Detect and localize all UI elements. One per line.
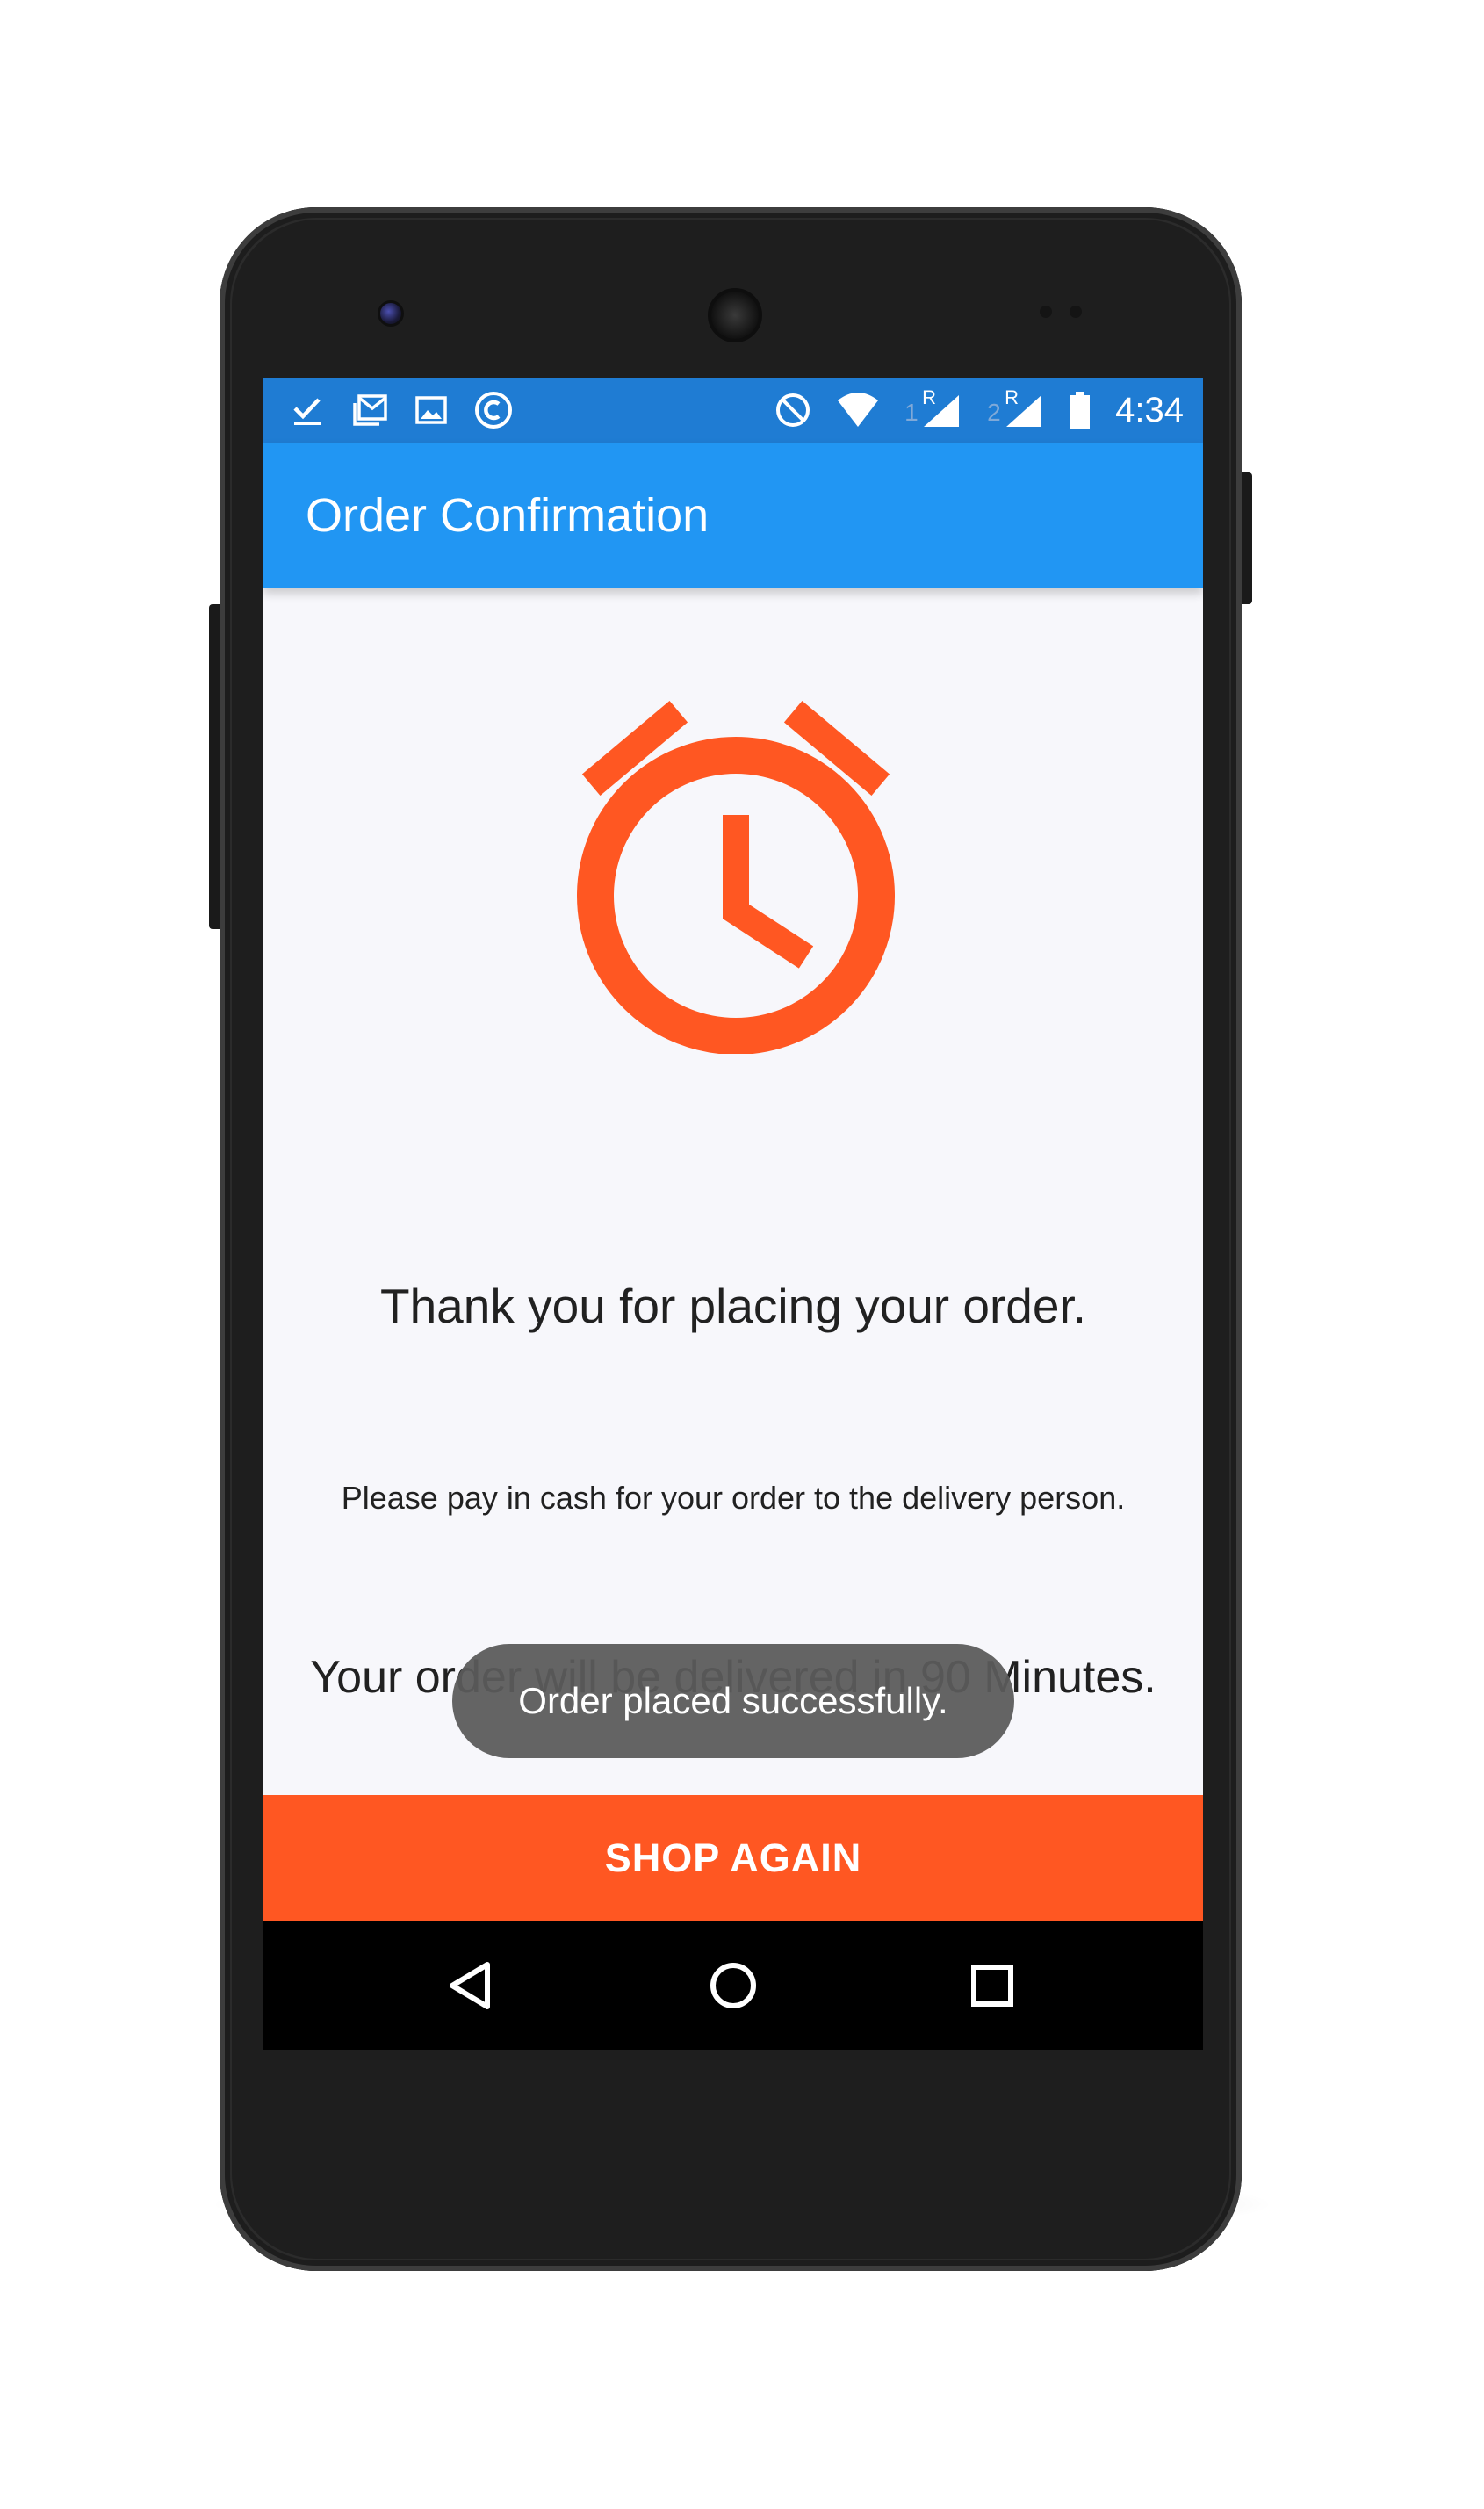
app-bar: Order Confirmation: [263, 443, 1203, 588]
power-button: [1240, 472, 1252, 604]
page-title: Order Confirmation: [306, 489, 710, 542]
light-sensor: [1070, 306, 1082, 318]
payment-message: Please pay in cash for your order to the…: [341, 1480, 1126, 1516]
sim2-label: 2: [987, 399, 1001, 426]
device-screen: 1 R 2 R 4:34 Order Confirmation Thank yo…: [263, 378, 1203, 2050]
recents-button[interactable]: [962, 1955, 1023, 2016]
home-icon: [710, 1963, 756, 2008]
battery-icon: [1070, 391, 1091, 429]
notification-icons: [290, 390, 513, 430]
back-icon: [450, 1962, 490, 2009]
recents-icon: [971, 1965, 1013, 2007]
back-button[interactable]: [439, 1955, 501, 2016]
thanks-message: Thank you for placing your order.: [379, 1279, 1087, 1333]
status-clock: 4:34: [1115, 390, 1184, 429]
toast-message: Order placed successfully.: [452, 1644, 1014, 1758]
sim1-label: 1: [904, 399, 918, 426]
alarm-clock-icon: [577, 700, 895, 1054]
front-camera: [378, 300, 404, 327]
gallery-icon: [414, 393, 448, 427]
navigation-bar: [263, 1921, 1203, 2050]
gmail-icon: [351, 393, 388, 428]
system-status-icons: 1 R 2 R 4:34: [774, 386, 1184, 434]
home-button[interactable]: [702, 1955, 764, 2016]
shop-again-button[interactable]: SHOP AGAIN: [263, 1795, 1203, 1921]
proximity-sensor: [1040, 306, 1052, 318]
status-bar: 1 R 2 R 4:34: [263, 378, 1203, 443]
do-not-disturb-icon: [774, 392, 811, 429]
earpiece-speaker: [708, 288, 762, 342]
app-c-icon: [474, 391, 513, 429]
sim2-signal-icon: 2 R: [987, 386, 1045, 430]
wifi-icon: [836, 392, 880, 429]
sim1-signal-icon: 1 R: [904, 386, 962, 430]
check-icon: [290, 393, 325, 428]
